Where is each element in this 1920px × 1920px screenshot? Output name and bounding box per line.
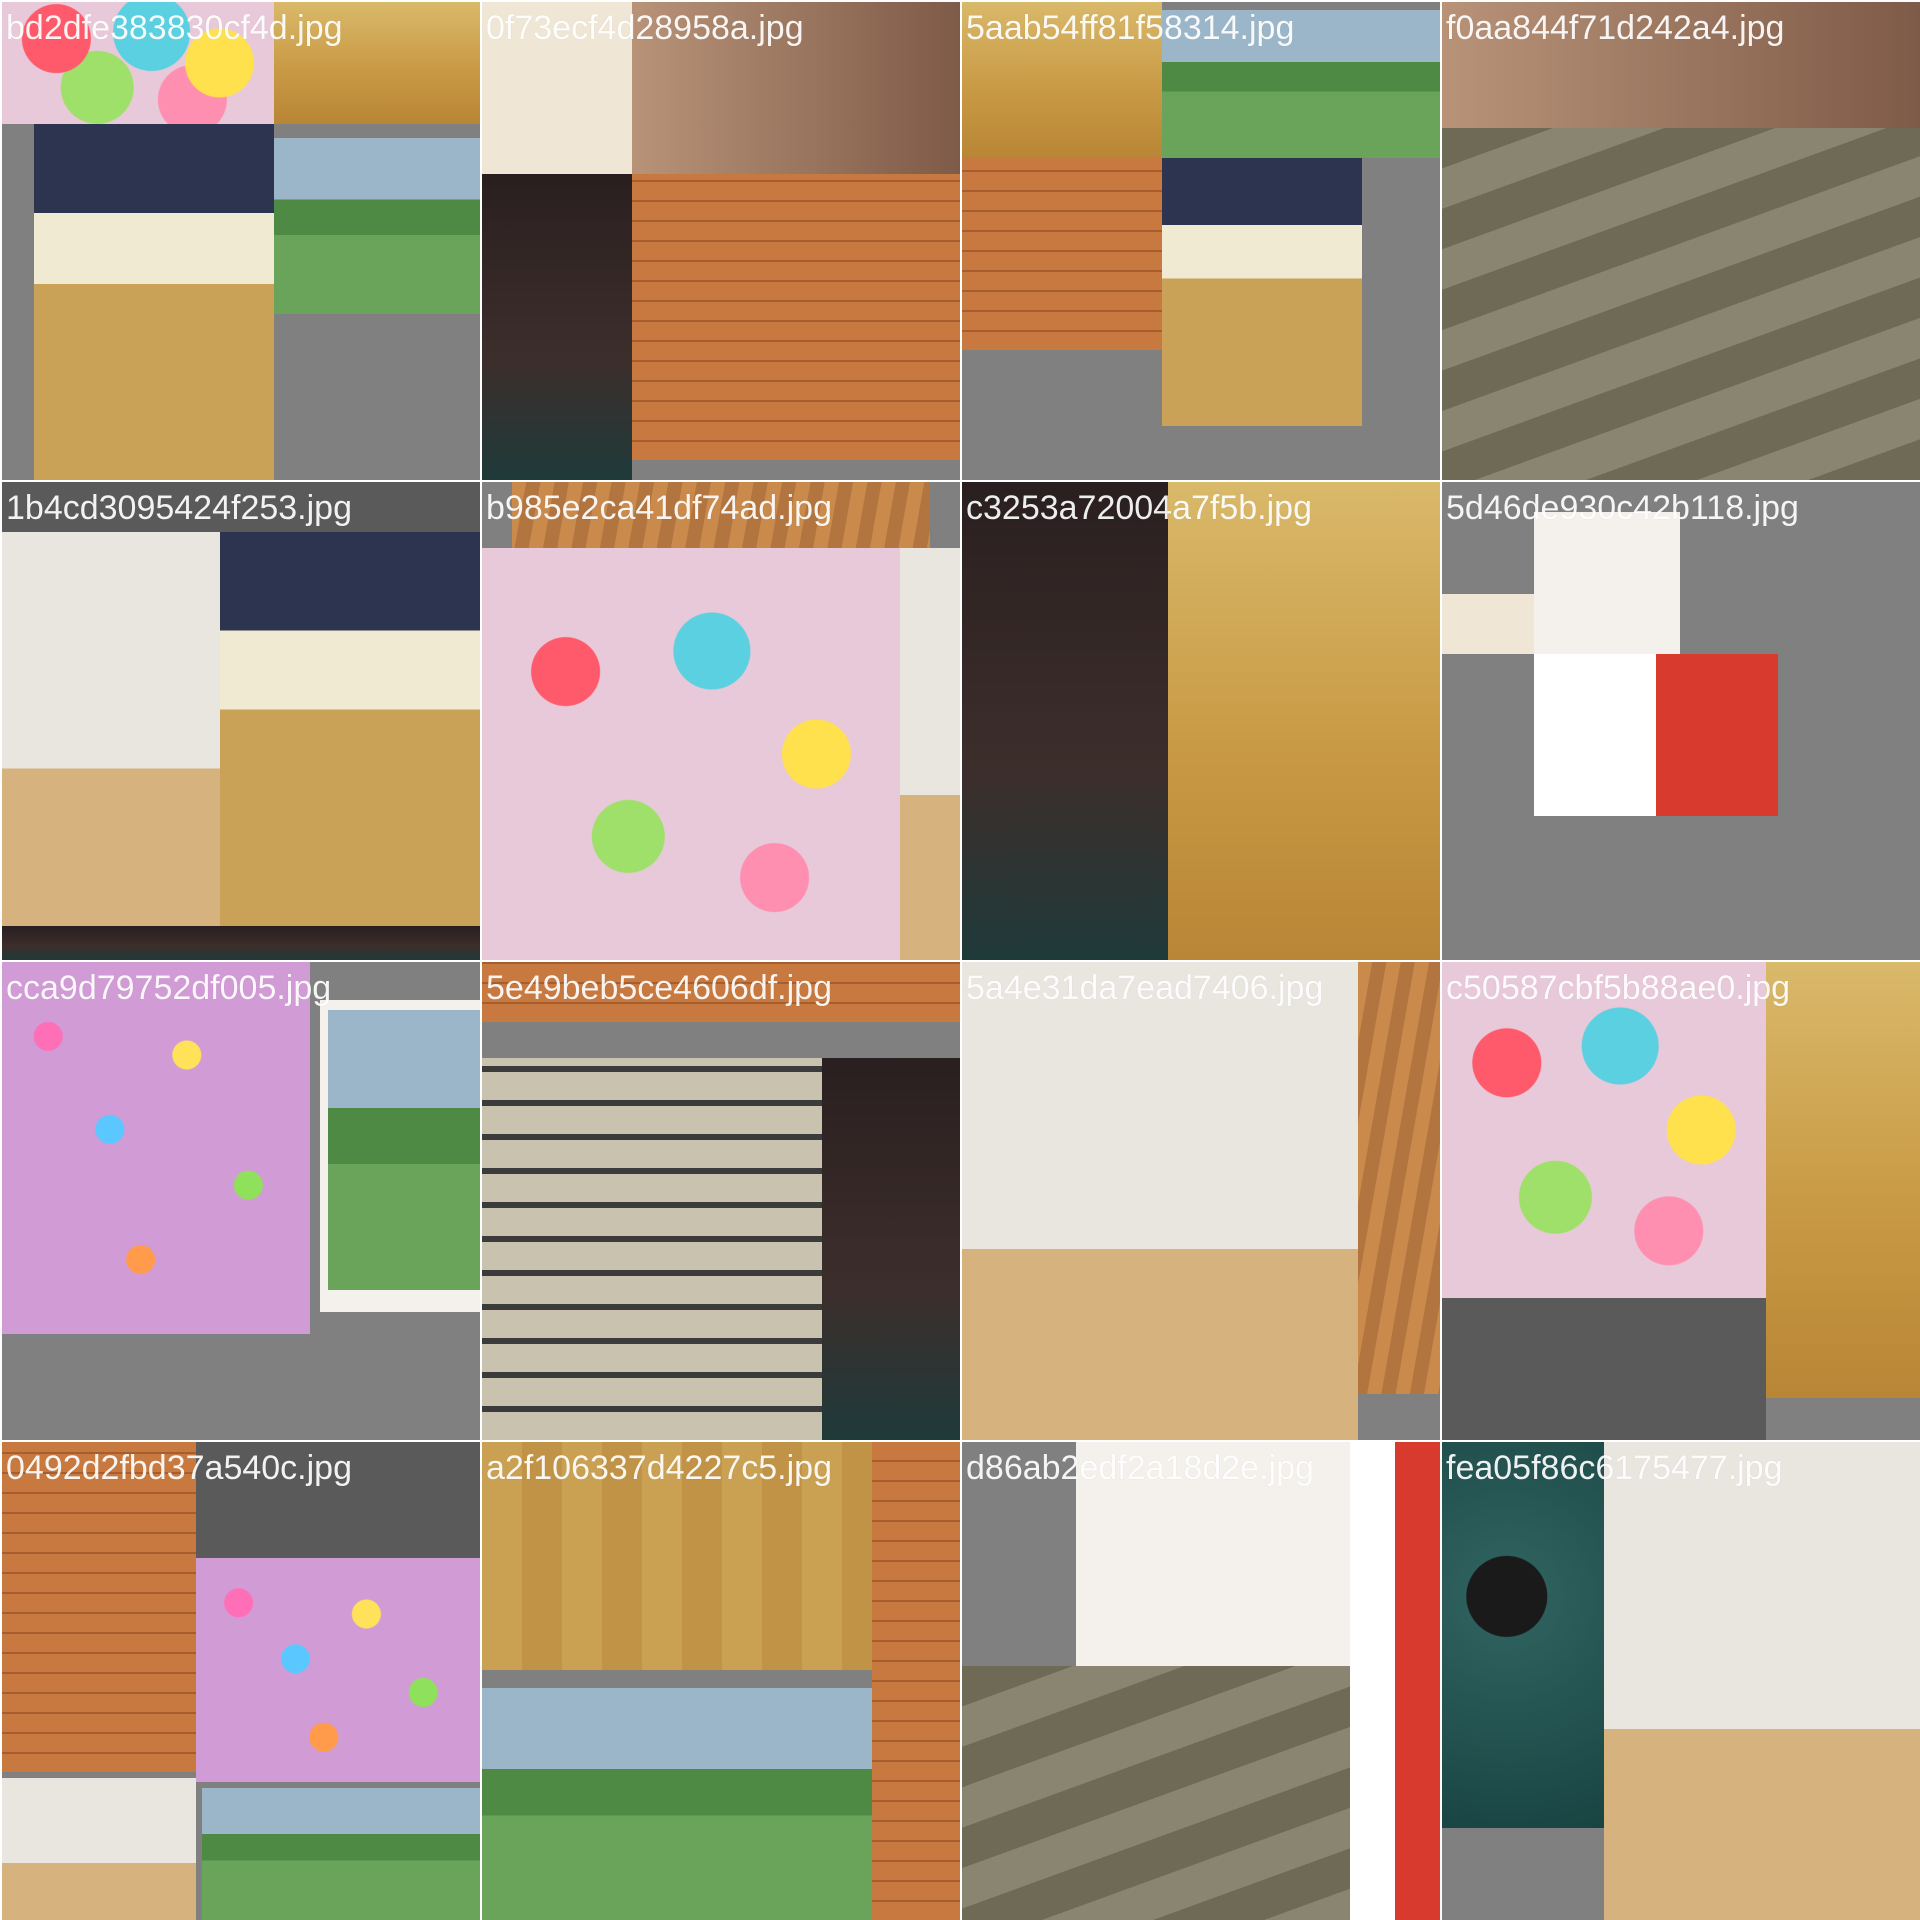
collage-piece-dribble [1162, 158, 1362, 426]
image-tile[interactable]: c3253a72004a7f5b.jpg [962, 482, 1440, 960]
tile-filename: bd2dfe383830cf4d.jpg [6, 9, 343, 47]
image-tile[interactable]: 5aab54ff81f58314.jpg [962, 2, 1440, 480]
image-tile[interactable]: fea05f86c6175477.jpg [1442, 1442, 1920, 1920]
collage-piece-ceiling [1442, 128, 1920, 480]
collage-piece-players [2, 532, 220, 926]
collage-piece-strip [2, 926, 480, 960]
image-tile[interactable]: 5d46de930c42b118.jpg [1442, 482, 1920, 960]
tile-filename: f0aa844f71d242a4.jpg [1446, 9, 1785, 47]
collage-piece-kids [328, 1010, 480, 1290]
image-grid: bd2dfe383830cf4d.jpg 0f73ecf4d28958a.jpg… [0, 0, 1920, 1920]
tile-filename: c3253a72004a7f5b.jpg [966, 489, 1312, 527]
collage-piece-ball-pit [196, 1558, 480, 1782]
collage-piece-gym [2, 1442, 196, 1772]
collage-piece-court [1168, 482, 1440, 960]
collage-piece-street [482, 174, 632, 480]
collage-piece-court [1766, 962, 1920, 1398]
image-tile[interactable]: 1b4cd3095424f253.jpg [2, 482, 480, 960]
collage-piece-side [822, 1058, 960, 1440]
tile-filename: 5aab54ff81f58314.jpg [966, 9, 1295, 47]
collage-piece-ceiling [962, 1666, 1350, 1920]
tile-filename: 0f73ecf4d28958a.jpg [486, 9, 804, 47]
image-tile[interactable]: b985e2ca41df74ad.jpg [482, 482, 960, 960]
collage-piece-player-closeup [632, 174, 960, 460]
tile-filename: d86ab2edf2a18d2e.jpg [966, 1449, 1314, 1487]
image-tile[interactable]: 5a4e31da7ead7406.jpg [962, 962, 1440, 1440]
image-tile[interactable]: 0f73ecf4d28958a.jpg [482, 2, 960, 480]
collage-piece-player [1534, 512, 1680, 654]
collage-piece-players [962, 962, 1358, 1440]
tile-filename: 1b4cd3095424f253.jpg [6, 489, 352, 527]
tile-filename: cca9d79752df005.jpg [6, 969, 332, 1007]
collage-piece-players [2, 1778, 196, 1920]
collage-piece-empty [1442, 1298, 1766, 1440]
image-tile[interactable]: a2f106337d4227c5.jpg [482, 1442, 960, 1920]
image-tile[interactable]: bd2dfe383830cf4d.jpg [2, 2, 480, 480]
collage-piece-candy [1442, 962, 1766, 1298]
image-tile[interactable]: f0aa844f71d242a4.jpg [1442, 2, 1920, 480]
collage-piece-floorball [274, 138, 480, 314]
image-tile[interactable]: d86ab2edf2a18d2e.jpg [962, 1442, 1440, 1920]
tile-filename: 5d46de930c42b118.jpg [1446, 489, 1799, 527]
tile-filename: a2f106337d4227c5.jpg [486, 1449, 832, 1487]
image-tile[interactable]: 5e49beb5ce4606df.jpg [482, 962, 960, 1440]
collage-piece-kids [482, 1688, 872, 1920]
tile-filename: 0492d2fbd37a540c.jpg [6, 1449, 352, 1487]
image-tile[interactable]: 0492d2fbd37a540c.jpg [2, 1442, 480, 1920]
image-tile[interactable]: cca9d79752df005.jpg [2, 962, 480, 1440]
collage-piece-player [900, 548, 960, 960]
collage-piece-floor [1442, 594, 1534, 654]
collage-piece-player [962, 158, 1162, 350]
collage-piece-game [1534, 654, 1778, 816]
tile-filename: fea05f86c6175477.jpg [1446, 1449, 1783, 1487]
collage-piece-gym [220, 532, 480, 926]
collage-piece-basketball [1604, 1442, 1920, 1920]
collage-piece-bleachers [482, 1058, 822, 1440]
collage-piece-candy [482, 548, 900, 960]
collage-piece-brick [872, 1442, 960, 1920]
collage-piece-kids [202, 1788, 480, 1920]
collage-piece-gym [34, 124, 274, 480]
image-tile[interactable]: c50587cbf5b88ae0.jpg [1442, 962, 1920, 1440]
collage-piece-pool [1442, 1442, 1604, 1828]
tile-filename: 5e49beb5ce4606df.jpg [486, 969, 832, 1007]
tile-filename: b985e2ca41df74ad.jpg [486, 489, 832, 527]
tile-filename: 5a4e31da7ead7406.jpg [966, 969, 1324, 1007]
collage-piece-banner [1350, 1442, 1440, 1920]
collage-piece-dark [962, 482, 1168, 960]
collage-piece-empty [1442, 654, 1534, 816]
collage-piece-ball-pit [2, 962, 310, 1334]
collage-piece-wood [1358, 962, 1440, 1394]
tile-filename: c50587cbf5b88ae0.jpg [1446, 969, 1791, 1007]
